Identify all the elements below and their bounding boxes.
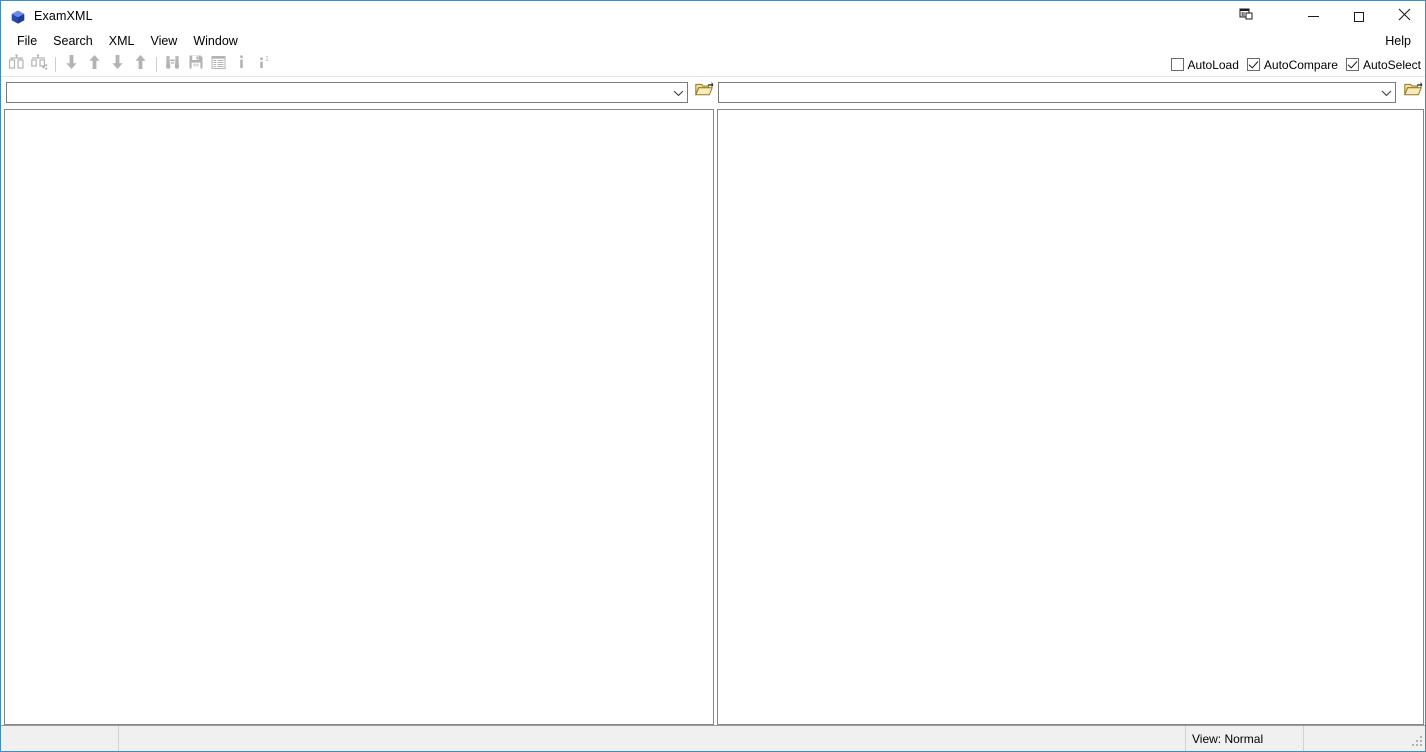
title-bar-left: ExamXML bbox=[10, 1, 93, 32]
arrow-up-icon bbox=[133, 54, 148, 75]
toolbar-separator-2 bbox=[156, 57, 157, 72]
comparison-panes bbox=[4, 109, 1424, 725]
info-superscript-one-icon: 1 bbox=[257, 54, 272, 75]
menu-right: Help bbox=[1377, 31, 1419, 52]
left-file-input[interactable] bbox=[7, 83, 670, 102]
toolbar-options: AutoLoad AutoCompare AutoSelect bbox=[1170, 52, 1421, 77]
toolbar: 1 AutoLoad AutoCompare AutoSelect bbox=[1, 52, 1425, 77]
grid-list-icon bbox=[211, 55, 226, 75]
next-difference-button[interactable] bbox=[60, 53, 83, 76]
compare-files-icon bbox=[8, 53, 25, 76]
status-segment-1 bbox=[1, 726, 119, 751]
close-icon bbox=[1398, 8, 1411, 26]
maximize-button[interactable] bbox=[1336, 1, 1381, 32]
resize-grip-icon[interactable] bbox=[1412, 736, 1424, 748]
right-browse-button[interactable] bbox=[1401, 80, 1425, 104]
minimize-icon bbox=[1308, 16, 1319, 17]
autocompare-checkbox-box bbox=[1246, 58, 1260, 71]
left-xml-pane[interactable] bbox=[4, 109, 714, 725]
find-button[interactable] bbox=[161, 53, 184, 76]
right-xml-pane[interactable] bbox=[717, 109, 1424, 725]
toolbar-separator-1 bbox=[55, 57, 56, 72]
maximize-icon bbox=[1353, 11, 1364, 22]
autoselect-checkbox[interactable]: AutoSelect bbox=[1345, 57, 1421, 72]
status-view-mode-text: View: Normal bbox=[1192, 731, 1264, 746]
report-button[interactable] bbox=[207, 53, 230, 76]
svg-text:1: 1 bbox=[265, 56, 269, 63]
info-button[interactable] bbox=[230, 53, 253, 76]
status-view-mode: View: Normal bbox=[1186, 726, 1304, 751]
previous-difference-button[interactable] bbox=[83, 53, 106, 76]
binoculars-icon bbox=[164, 54, 181, 75]
autoload-checkbox-box bbox=[1170, 58, 1184, 71]
arrow-down-icon bbox=[64, 54, 79, 75]
menu-item-search[interactable]: Search bbox=[45, 31, 101, 52]
menu-bar: File Search XML View Window Help bbox=[1, 31, 1425, 52]
next-change-button[interactable] bbox=[106, 53, 129, 76]
floppy-disk-icon bbox=[188, 54, 204, 75]
window-controls bbox=[1223, 1, 1425, 32]
autoselect-label: AutoSelect bbox=[1362, 57, 1421, 72]
compare-files-button[interactable] bbox=[5, 53, 28, 76]
save-button[interactable] bbox=[184, 53, 207, 76]
previous-change-button[interactable] bbox=[129, 53, 152, 76]
right-file-combobox[interactable] bbox=[718, 82, 1396, 103]
status-bar: View: Normal bbox=[1, 725, 1425, 751]
dock-window-icon bbox=[1239, 7, 1253, 26]
autoselect-checkbox-box bbox=[1345, 58, 1359, 71]
menu-item-help[interactable]: Help bbox=[1377, 31, 1419, 52]
right-file-input[interactable] bbox=[719, 83, 1378, 102]
autocompare-checkbox[interactable]: AutoCompare bbox=[1246, 57, 1338, 72]
status-segment-4 bbox=[1304, 726, 1425, 751]
menu-items: File Search XML View Window bbox=[9, 31, 246, 52]
compare-selected-button[interactable] bbox=[28, 53, 51, 76]
info-first-button[interactable]: 1 bbox=[253, 53, 276, 76]
close-button[interactable] bbox=[1381, 1, 1425, 32]
compare-selected-icon bbox=[31, 53, 48, 76]
minimize-button[interactable] bbox=[1291, 1, 1336, 32]
menu-item-file[interactable]: File bbox=[9, 31, 45, 52]
autoload-checkbox[interactable]: AutoLoad bbox=[1170, 57, 1239, 72]
left-file-combobox[interactable] bbox=[6, 82, 688, 103]
arrow-down-icon bbox=[110, 54, 125, 75]
menu-item-window[interactable]: Window bbox=[185, 31, 245, 52]
window-title: ExamXML bbox=[34, 9, 93, 24]
autocompare-label: AutoCompare bbox=[1263, 57, 1338, 72]
examxml-window: ExamXML File Search XML View Window Help… bbox=[0, 0, 1426, 752]
toolbar-buttons: 1 bbox=[5, 52, 276, 77]
right-combo-chevron-down-icon[interactable] bbox=[1378, 83, 1395, 102]
arrow-up-icon bbox=[87, 54, 102, 75]
open-folder-icon bbox=[1403, 81, 1423, 103]
menu-item-view[interactable]: View bbox=[142, 31, 185, 52]
cube-icon bbox=[10, 9, 26, 25]
open-folder-icon bbox=[694, 81, 714, 103]
left-combo-chevron-down-icon[interactable] bbox=[670, 83, 687, 102]
title-bar: ExamXML bbox=[1, 0, 1425, 32]
file-path-row bbox=[1, 77, 1425, 108]
status-segment-2 bbox=[119, 726, 1186, 751]
dock-window-button[interactable] bbox=[1223, 1, 1269, 32]
autoload-label: AutoLoad bbox=[1187, 57, 1239, 72]
left-browse-button[interactable] bbox=[692, 80, 716, 104]
menu-item-xml[interactable]: XML bbox=[101, 31, 143, 52]
info-icon bbox=[236, 54, 247, 75]
